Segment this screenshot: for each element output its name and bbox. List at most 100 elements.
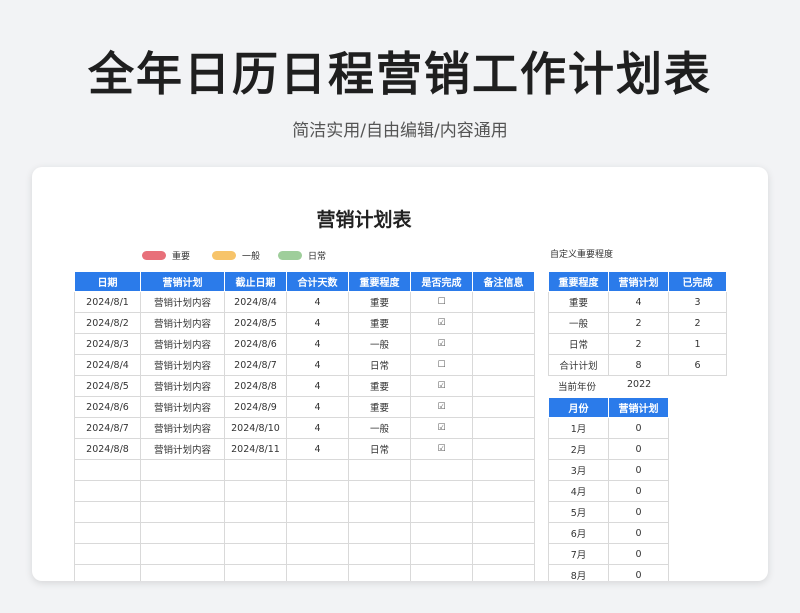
cell-plan-count[interactable]: 0 bbox=[608, 564, 669, 581]
cell-notes[interactable] bbox=[472, 312, 535, 334]
cell-plan[interactable]: 营销计划内容 bbox=[140, 291, 225, 313]
cell-total-days[interactable]: 4 bbox=[286, 375, 349, 397]
cell-date[interactable]: 2024/8/3 bbox=[74, 333, 141, 355]
cell-done[interactable]: ☑ bbox=[410, 333, 473, 355]
cell-deadline[interactable] bbox=[224, 564, 287, 581]
cell-plan[interactable]: 营销计划内容 bbox=[140, 312, 225, 334]
cell-date[interactable] bbox=[74, 480, 141, 502]
cell-priority[interactable] bbox=[348, 501, 411, 523]
cell-done[interactable] bbox=[410, 480, 473, 502]
col-header-plan-count[interactable]: 营销计划 bbox=[608, 397, 669, 418]
cell-notes[interactable] bbox=[472, 354, 535, 376]
cell-deadline[interactable]: 2024/8/4 bbox=[224, 291, 287, 313]
cell-notes[interactable] bbox=[472, 375, 535, 397]
cell-priority[interactable]: 重要 bbox=[348, 396, 411, 418]
cell-deadline[interactable]: 2024/8/7 bbox=[224, 354, 287, 376]
cell-plan-count[interactable]: 0 bbox=[608, 417, 669, 439]
cell-done[interactable]: ☑ bbox=[410, 396, 473, 418]
cell-done[interactable]: ☑ bbox=[410, 312, 473, 334]
cell-date[interactable]: 2024/8/1 bbox=[74, 291, 141, 313]
cell-total-days[interactable]: 4 bbox=[286, 333, 349, 355]
cell-date[interactable] bbox=[74, 564, 141, 581]
cell-priority[interactable]: 一般 bbox=[348, 417, 411, 439]
cell-completed[interactable]: 6 bbox=[668, 354, 727, 376]
cell-deadline[interactable] bbox=[224, 543, 287, 565]
cell-notes[interactable] bbox=[472, 564, 535, 581]
cell-date[interactable] bbox=[74, 459, 141, 481]
cell-total-days[interactable]: 4 bbox=[286, 396, 349, 418]
cell-plan[interactable]: 营销计划内容 bbox=[140, 333, 225, 355]
cell-notes[interactable] bbox=[472, 396, 535, 418]
col-header-date[interactable]: 日期 bbox=[74, 271, 141, 292]
cell-priority[interactable] bbox=[348, 543, 411, 565]
cell-plan[interactable]: 营销计划内容 bbox=[140, 396, 225, 418]
col-header-completed[interactable]: 已完成 bbox=[668, 271, 727, 292]
cell-date[interactable] bbox=[74, 522, 141, 544]
cell-total-days[interactable] bbox=[286, 480, 349, 502]
cell-plan[interactable] bbox=[140, 480, 225, 502]
cell-plan-count[interactable]: 0 bbox=[608, 501, 669, 523]
cell-priority[interactable] bbox=[348, 480, 411, 502]
cell-plan[interactable]: 营销计划内容 bbox=[140, 417, 225, 439]
cell-deadline[interactable] bbox=[224, 459, 287, 481]
cell-plan[interactable] bbox=[140, 564, 225, 581]
cell-priority[interactable]: 一般 bbox=[348, 333, 411, 355]
cell-priority[interactable] bbox=[348, 459, 411, 481]
cell-plan[interactable] bbox=[140, 501, 225, 523]
cell-plan-count[interactable]: 2 bbox=[608, 312, 669, 334]
cell-deadline[interactable] bbox=[224, 480, 287, 502]
cell-month[interactable]: 3月 bbox=[548, 459, 609, 481]
cell-plan[interactable]: 营销计划内容 bbox=[140, 354, 225, 376]
cell-notes[interactable] bbox=[472, 459, 535, 481]
cell-done[interactable] bbox=[410, 543, 473, 565]
col-header-plan[interactable]: 营销计划 bbox=[140, 271, 225, 292]
cell-plan-count[interactable]: 8 bbox=[608, 354, 669, 376]
cell-deadline[interactable]: 2024/8/6 bbox=[224, 333, 287, 355]
cell-done[interactable]: ☑ bbox=[410, 417, 473, 439]
cell-date[interactable] bbox=[74, 501, 141, 523]
cell-deadline[interactable] bbox=[224, 501, 287, 523]
cell-deadline[interactable]: 2024/8/10 bbox=[224, 417, 287, 439]
cell-done[interactable]: ☑ bbox=[410, 438, 473, 460]
cell-total-days[interactable] bbox=[286, 564, 349, 581]
cell-completed[interactable]: 3 bbox=[668, 291, 727, 313]
cell-priority[interactable]: 日常 bbox=[348, 438, 411, 460]
cell-month[interactable]: 5月 bbox=[548, 501, 609, 523]
cell-date[interactable]: 2024/8/6 bbox=[74, 396, 141, 418]
cell-priority[interactable]: 日常 bbox=[548, 333, 609, 355]
cell-plan[interactable] bbox=[140, 522, 225, 544]
cell-plan[interactable]: 营销计划内容 bbox=[140, 438, 225, 460]
cell-date[interactable]: 2024/8/2 bbox=[74, 312, 141, 334]
cell-done[interactable] bbox=[410, 564, 473, 581]
cell-deadline[interactable]: 2024/8/9 bbox=[224, 396, 287, 418]
cell-notes[interactable] bbox=[472, 522, 535, 544]
cell-done[interactable]: ☐ bbox=[410, 354, 473, 376]
cell-plan-count[interactable]: 0 bbox=[608, 480, 669, 502]
cell-total-days[interactable]: 4 bbox=[286, 354, 349, 376]
cell-date[interactable] bbox=[74, 543, 141, 565]
cell-completed[interactable]: 2 bbox=[668, 312, 727, 334]
cell-total-days[interactable]: 4 bbox=[286, 438, 349, 460]
cell-total-days[interactable] bbox=[286, 501, 349, 523]
cell-priority[interactable]: 重要 bbox=[548, 291, 609, 313]
col-header-plan-count[interactable]: 营销计划 bbox=[608, 271, 669, 292]
cell-done[interactable] bbox=[410, 459, 473, 481]
cell-done[interactable]: ☑ bbox=[410, 375, 473, 397]
cell-date[interactable]: 2024/8/7 bbox=[74, 417, 141, 439]
cell-notes[interactable] bbox=[472, 501, 535, 523]
cell-plan-count[interactable]: 0 bbox=[608, 459, 669, 481]
cell-priority[interactable]: 重要 bbox=[348, 291, 411, 313]
cell-plan-count[interactable]: 0 bbox=[608, 438, 669, 460]
cell-date[interactable]: 2024/8/4 bbox=[74, 354, 141, 376]
cell-total-days[interactable] bbox=[286, 522, 349, 544]
cell-total-days[interactable]: 4 bbox=[286, 417, 349, 439]
cell-notes[interactable] bbox=[472, 291, 535, 313]
cell-completed[interactable]: 1 bbox=[668, 333, 727, 355]
cell-priority[interactable]: 重要 bbox=[348, 375, 411, 397]
cell-total-days[interactable] bbox=[286, 459, 349, 481]
cell-month[interactable]: 2月 bbox=[548, 438, 609, 460]
cell-month[interactable]: 6月 bbox=[548, 522, 609, 544]
cell-deadline[interactable]: 2024/8/5 bbox=[224, 312, 287, 334]
cell-date[interactable]: 2024/8/8 bbox=[74, 438, 141, 460]
cell-priority[interactable]: 重要 bbox=[348, 312, 411, 334]
